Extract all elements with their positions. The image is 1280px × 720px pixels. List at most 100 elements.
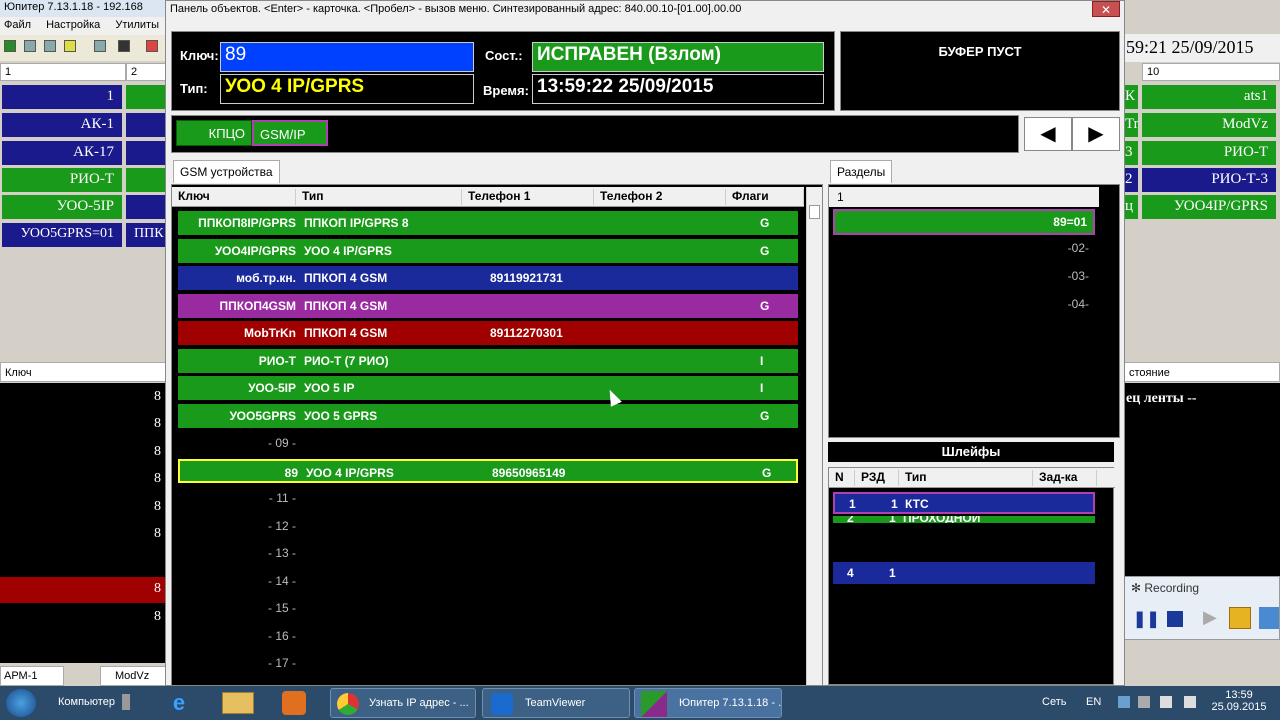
edit-icon[interactable]: [1259, 607, 1279, 629]
col-rzd[interactable]: РЗД: [855, 470, 899, 486]
tab-gsm-devices[interactable]: GSM устройства: [173, 160, 280, 183]
ie-icon[interactable]: e: [164, 690, 194, 716]
tray-clock[interactable]: 13:59 25.09.2015: [1210, 689, 1268, 713]
taskbar-jupiter[interactable]: Юпитер 7.13.1.18 - ...: [634, 688, 782, 718]
table-row[interactable]: УОО5GPRS УОО 5 GPRS G: [178, 403, 798, 428]
bg-cell[interactable]: РИО-Т: [1142, 141, 1276, 165]
col-flags[interactable]: Флаги: [726, 189, 804, 205]
table-row[interactable]: - 13 -: [178, 541, 798, 565]
section-item[interactable]: 89=01: [833, 209, 1095, 235]
section-item[interactable]: -03-: [833, 265, 1095, 291]
loop-row[interactable]: 2 1 ПРОХОДНОЙ: [833, 516, 1095, 523]
folder-icon[interactable]: [1229, 607, 1251, 629]
table-row[interactable]: УОО4IP/GPRS УОО 4 IP/GPRS G: [178, 238, 798, 263]
bg-cell[interactable]: УОО4IP/GPRS: [1142, 195, 1276, 219]
table-row[interactable]: РИО-Т РИО-Т (7 РИО) I: [178, 348, 798, 373]
table-row[interactable]: - 17 -: [178, 651, 798, 675]
play-icon[interactable]: ▶: [1203, 607, 1217, 628]
help-icon[interactable]: [64, 40, 76, 52]
gsm-ip-button[interactable]: GSM/IP: [252, 120, 328, 146]
table-row[interactable]: ППКОП4GSM ППКОП 4 GSM G: [178, 293, 798, 318]
bg-cell[interactable]: РИО-Т: [2, 168, 122, 192]
col-type[interactable]: Тип: [296, 189, 462, 205]
bg-cell[interactable]: К: [1124, 85, 1138, 109]
bg-cell[interactable]: АК-17: [2, 141, 122, 165]
tray-icon[interactable]: [1138, 696, 1150, 708]
tab-sections[interactable]: Разделы: [830, 160, 893, 183]
menu-settings[interactable]: Настройка: [46, 19, 100, 31]
key-field[interactable]: 89: [220, 42, 474, 72]
kpco-button[interactable]: КПЦО: [176, 120, 252, 146]
taskbar-computer[interactable]: Компьютер: [52, 688, 121, 718]
col-phone1[interactable]: Телефон 1: [462, 189, 594, 205]
network-icon[interactable]: [1160, 696, 1172, 708]
grid-icon[interactable]: [44, 40, 56, 52]
tray-network[interactable]: Сеть: [1036, 688, 1072, 718]
bg-cell[interactable]: ц: [1124, 195, 1138, 219]
bg-cell[interactable]: [126, 141, 168, 165]
bg-cell[interactable]: [126, 85, 168, 109]
scrollbar-thumb[interactable]: [809, 205, 820, 219]
table-row[interactable]: - 09 -: [178, 431, 798, 455]
state-field[interactable]: ИСПРАВЕН (Взлом): [532, 42, 824, 72]
col-key[interactable]: Ключ: [172, 189, 296, 205]
table-icon[interactable]: [24, 40, 36, 52]
section-item[interactable]: -02-: [833, 237, 1095, 263]
bg-cell[interactable]: [126, 195, 168, 219]
start-button-icon[interactable]: [6, 689, 36, 717]
taskbar-chrome[interactable]: Узнать IP адрес - ...: [330, 688, 476, 718]
tray-language[interactable]: EN: [1080, 688, 1107, 718]
col-loop-type[interactable]: Тип: [899, 470, 1033, 486]
tools-icon[interactable]: [94, 40, 106, 52]
printer-icon[interactable]: [118, 40, 130, 52]
table-row[interactable]: MobTrKn ППКОП 4 GSM 89112270301: [178, 321, 798, 345]
col-n[interactable]: N: [829, 470, 855, 486]
table-row[interactable]: 89 УОО 4 IP/GPRS 89650965149 G: [178, 458, 798, 483]
bg-cell[interactable]: [126, 168, 168, 192]
menu-file[interactable]: Файл: [4, 19, 31, 31]
pause-icon[interactable]: ❚❚: [1133, 609, 1160, 631]
bg-cell[interactable]: 2: [1124, 168, 1138, 192]
table-row[interactable]: УОО-5IP УОО 5 IP I: [178, 376, 798, 400]
volume-icon[interactable]: [1184, 696, 1196, 708]
menu-utilities[interactable]: Утилиты: [115, 19, 159, 31]
next-button[interactable]: ▶: [1072, 117, 1120, 151]
bg-cell[interactable]: ППК: [126, 223, 168, 247]
taskbar-teamviewer[interactable]: TeamViewer: [482, 688, 630, 718]
bg-alarm-row[interactable]: [0, 577, 170, 603]
bg-cell[interactable]: ModVz: [1142, 113, 1276, 137]
table-row[interactable]: - 16 -: [178, 624, 798, 648]
gsm-scrollbar[interactable]: [806, 187, 822, 685]
table-row[interactable]: ППКОП8IP/GPRS ППКОП IP/GPRS 8 G: [178, 211, 798, 235]
table-row[interactable]: - 11 -: [178, 486, 798, 510]
bg-cell[interactable]: [126, 113, 168, 137]
col-phone2[interactable]: Телефон 2: [594, 189, 726, 205]
bg-cell[interactable]: АК-1: [2, 113, 122, 137]
bg-cell[interactable]: УОО-5IP: [2, 195, 122, 219]
time-field[interactable]: 13:59:22 25/09/2015: [532, 74, 824, 104]
network-icon[interactable]: [4, 40, 16, 52]
section-item[interactable]: -04-: [833, 293, 1095, 319]
col-delay[interactable]: Зад-ка: [1033, 470, 1097, 486]
bg-num: 8: [154, 471, 161, 486]
stop-icon[interactable]: [1167, 611, 1183, 627]
bg-cell[interactable]: РИО-Т-3: [1142, 168, 1276, 192]
cancel-icon[interactable]: [146, 40, 158, 52]
bg-cell[interactable]: ats1: [1142, 85, 1276, 109]
loop-row[interactable]: 4 1: [833, 562, 1095, 584]
tray-icon[interactable]: [1118, 696, 1130, 708]
close-button[interactable]: ✕: [1092, 1, 1120, 17]
table-row[interactable]: - 14 -: [178, 569, 798, 593]
table-row[interactable]: - 12 -: [178, 514, 798, 538]
explorer-folder-icon[interactable]: [222, 692, 254, 714]
prev-button[interactable]: ◀: [1024, 117, 1072, 151]
type-field[interactable]: УОО 4 IP/GPRS: [220, 74, 474, 104]
table-row[interactable]: - 15 -: [178, 596, 798, 620]
media-player-icon[interactable]: [282, 691, 306, 715]
bg-cell[interactable]: УОО5GPRS=01: [2, 223, 122, 247]
table-row[interactable]: моб.тр.кн. ППКОП 4 GSM 89119921731: [178, 266, 798, 290]
bg-cell[interactable]: 1: [2, 85, 122, 109]
loop-row[interactable]: 1 1 КТС: [833, 492, 1095, 514]
bg-cell[interactable]: 3: [1124, 141, 1138, 165]
bg-cell[interactable]: Tr: [1124, 113, 1138, 137]
